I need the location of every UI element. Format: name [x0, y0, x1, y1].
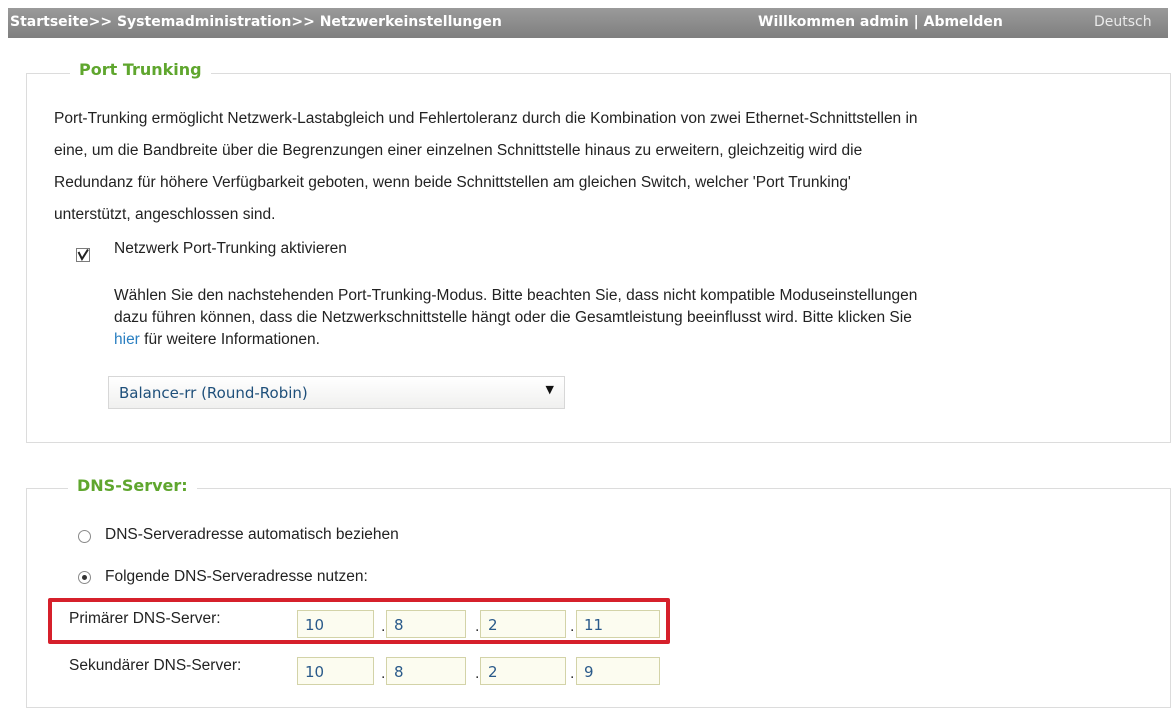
- enable-port-trunking-label: Netzwerk Port-Trunking aktivieren: [114, 240, 347, 257]
- dns-manual-label: Folgende DNS-Serveradresse nutzen:: [105, 568, 368, 585]
- mode-description-line: dazu führen können, dass die Netzwerksch…: [114, 309, 912, 326]
- enable-port-trunking-checkbox[interactable]: [76, 248, 90, 262]
- ip-separator: .: [475, 665, 480, 682]
- dns-auto-label: DNS-Serveradresse automatisch beziehen: [105, 526, 399, 543]
- mode-description: Wählen Sie den nachstehenden Port-Trunki…: [114, 285, 1164, 351]
- description-line: Redundanz für höhere Verfügbarkeit gebot…: [54, 174, 851, 191]
- check-icon: [77, 249, 89, 261]
- dns-auto-radio[interactable]: [78, 530, 91, 543]
- user-welcome: Willkommen admin | Abmelden: [758, 14, 1003, 30]
- breadcrumb[interactable]: Startseite>> Systemadministration>> Netz…: [10, 14, 502, 30]
- caret-down-icon: ▼: [545, 383, 554, 396]
- port-trunking-legend: Port Trunking: [70, 60, 211, 79]
- port-trunking-mode-select[interactable]: Balance-rr (Round-Robin) ▼: [108, 376, 565, 409]
- secondary-dns-label: Sekundärer DNS-Server:: [69, 657, 242, 674]
- primary-dns-highlight: [48, 598, 670, 644]
- secondary-dns-octet-3[interactable]: 2: [480, 657, 566, 685]
- ip-separator: .: [381, 665, 386, 682]
- ip-separator: .: [570, 665, 575, 682]
- secondary-dns-octet-4[interactable]: 9: [576, 657, 660, 685]
- logout-link[interactable]: Abmelden: [924, 14, 1003, 30]
- more-info-text: für weitere Informationen.: [144, 331, 320, 348]
- welcome-text: Willkommen admin: [758, 14, 909, 30]
- port-trunking-description: Port-Trunking ermöglicht Netzwerk-Lastab…: [54, 103, 1164, 231]
- description-line: unterstützt, angeschlossen sind.: [54, 206, 276, 223]
- selected-mode: Balance-rr (Round-Robin): [119, 384, 308, 402]
- dns-server-legend: DNS-Server:: [68, 476, 197, 495]
- separator: |: [913, 14, 919, 30]
- mode-description-line: Wählen Sie den nachstehenden Port-Trunki…: [114, 287, 918, 304]
- secondary-dns-octet-2[interactable]: 8: [386, 657, 466, 685]
- secondary-dns-octet-1[interactable]: 10: [297, 657, 374, 685]
- description-line: Port-Trunking ermöglicht Netzwerk-Lastab…: [54, 110, 918, 127]
- more-info-link[interactable]: hier: [114, 331, 140, 348]
- dns-manual-radio[interactable]: [78, 571, 91, 584]
- description-line: eine, um die Bandbreite über die Begrenz…: [54, 142, 863, 159]
- mode-description-line: hier für weitere Informationen.: [114, 329, 1164, 351]
- top-navigation-bar: Startseite>> Systemadministration>> Netz…: [8, 8, 1168, 38]
- language-selector[interactable]: Deutsch: [1094, 14, 1152, 30]
